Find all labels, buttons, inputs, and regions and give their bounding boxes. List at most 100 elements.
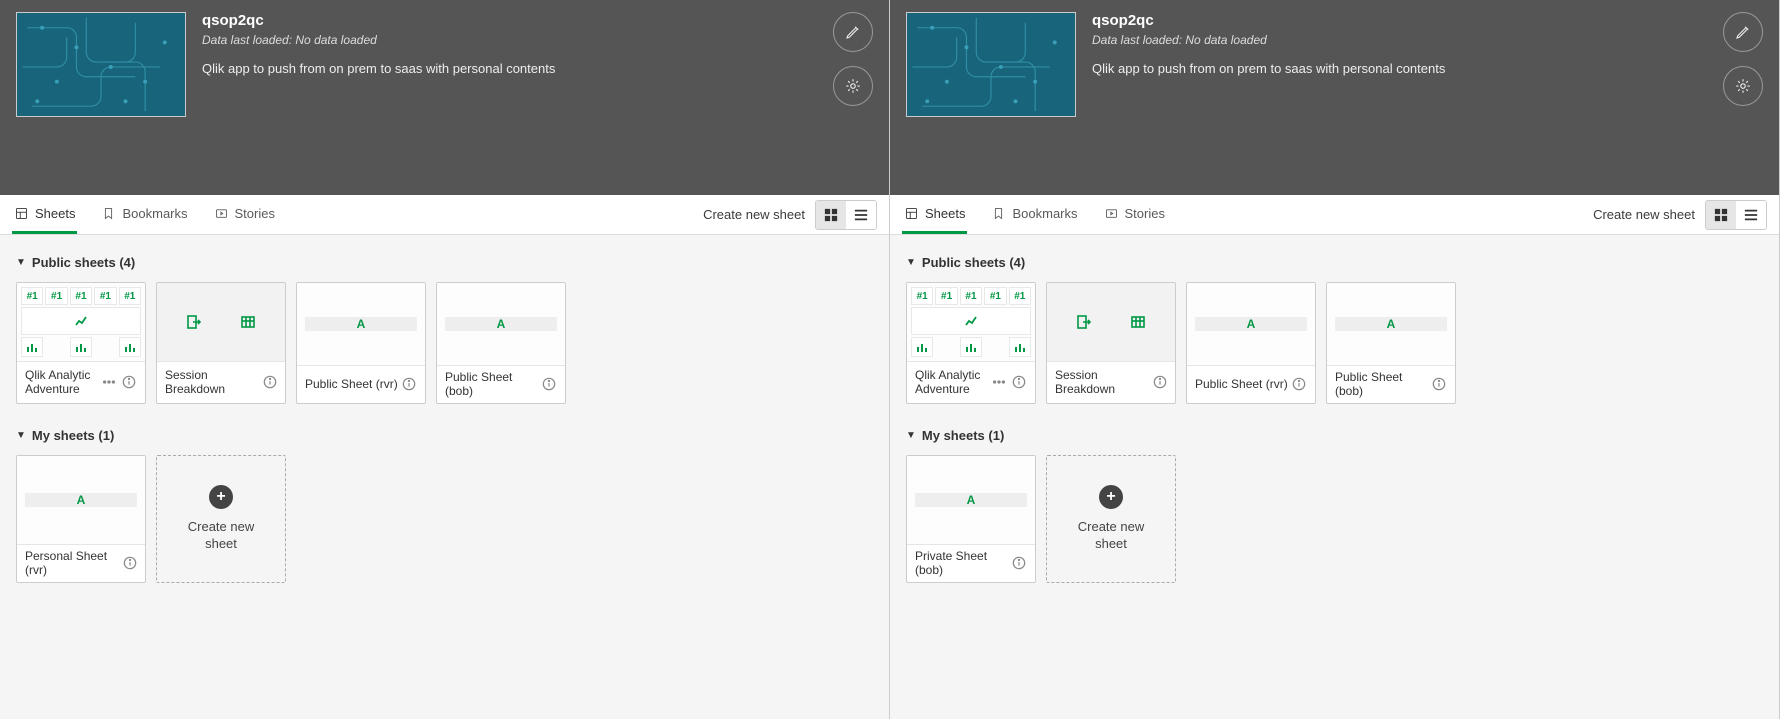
create-sheet-card-label: Create new sheet [157, 519, 285, 553]
bar-chart-icon [70, 337, 92, 357]
sheet-label: Public Sheet (rvr) [1195, 377, 1288, 391]
sheet-label: Session Breakdown [1055, 368, 1152, 397]
info-button[interactable] [1431, 376, 1447, 392]
table-icon [1131, 315, 1145, 329]
sheet-card[interactable]: A Public Sheet (rvr) [296, 282, 426, 404]
pencil-icon [1734, 23, 1752, 41]
info-button[interactable] [1011, 374, 1027, 390]
tab-stories[interactable]: Stories [1102, 196, 1167, 233]
tab-sheets-label: Sheets [35, 206, 75, 221]
more-button[interactable] [991, 374, 1007, 390]
bar-chart-icon [21, 337, 43, 357]
tab-bookmarks-label: Bookmarks [1012, 206, 1077, 221]
app-thumbnail[interactable] [16, 12, 186, 117]
app-description: Qlik app to push from on prem to saas wi… [1092, 61, 1723, 76]
tab-bookmarks-label: Bookmarks [122, 206, 187, 221]
gear-icon [1734, 77, 1752, 95]
sheet-card[interactable]: #1 #1 #1 #1 #1 Qlik Analytic Advent [906, 282, 1036, 404]
tab-sheets[interactable]: Sheets [12, 196, 77, 234]
info-button[interactable] [121, 374, 137, 390]
sheet-card[interactable]: A Public Sheet (bob) [436, 282, 566, 404]
sheet-footer: Private Sheet (bob) [907, 544, 1035, 582]
bookmark-icon [101, 206, 116, 221]
create-sheet-link[interactable]: Create new sheet [703, 207, 805, 222]
list-icon [1744, 208, 1758, 222]
info-button[interactable] [262, 374, 277, 390]
session-preview [1047, 283, 1175, 361]
bookmark-icon [991, 206, 1006, 221]
create-sheet-card-label: Create new sheet [1047, 519, 1175, 553]
sheet-card[interactable]: A Personal Sheet (rvr) [16, 455, 146, 583]
settings-button[interactable] [833, 66, 873, 106]
my-sheets-label: My sheets (1) [922, 428, 1004, 443]
sheet-footer: Qlik Analytic Adventure [907, 361, 1035, 403]
my-sheets-toggle[interactable]: ▼ My sheets (1) [906, 428, 1763, 443]
kpi-tag: #1 [960, 287, 982, 305]
create-sheet-card[interactable]: + Create new sheet [1046, 455, 1176, 583]
header-actions [1723, 12, 1763, 106]
create-sheet-link[interactable]: Create new sheet [1593, 207, 1695, 222]
sheet-preview: A [17, 456, 145, 544]
sheet-preview: #1 #1 #1 #1 #1 [17, 283, 145, 361]
sheet-preview: A [907, 456, 1035, 544]
sheet-footer: Public Sheet (rvr) [297, 365, 425, 403]
caret-down-icon: ▼ [906, 430, 916, 441]
sheet-card[interactable]: A Public Sheet (bob) [1326, 282, 1456, 404]
info-button[interactable] [401, 376, 417, 392]
app-meta: qsop2qc Data last loaded: No data loaded… [202, 12, 833, 76]
sheet-card[interactable]: Session Breakdown [156, 282, 286, 404]
sheet-card[interactable]: Session Breakdown [1046, 282, 1176, 404]
bar-chart-icon [119, 337, 141, 357]
list-view-button[interactable] [846, 201, 876, 229]
info-button[interactable] [1012, 555, 1027, 571]
caret-down-icon: ▼ [16, 430, 26, 441]
header-actions [833, 12, 873, 106]
list-view-button[interactable] [1736, 201, 1766, 229]
grid-icon [824, 208, 838, 222]
sheet-preview: A [1187, 283, 1315, 365]
tab-bookmarks[interactable]: Bookmarks [989, 196, 1079, 233]
my-sheets-toggle[interactable]: ▼ My sheets (1) [16, 428, 873, 443]
kpi-tag: #1 [94, 287, 116, 305]
plus-icon: + [209, 485, 233, 509]
tab-sheets-label: Sheets [925, 206, 965, 221]
grid-view-button[interactable] [1706, 201, 1736, 229]
a-glyph: A [915, 493, 1028, 507]
sheet-card[interactable]: A Public Sheet (rvr) [1186, 282, 1316, 404]
caret-down-icon: ▼ [16, 257, 26, 268]
tab-sheets[interactable]: Sheets [902, 196, 967, 234]
sheet-preview: A [437, 283, 565, 365]
app-thumbnail[interactable] [906, 12, 1076, 117]
app-title: qsop2qc [202, 12, 833, 29]
app-meta: qsop2qc Data last loaded: No data loaded… [1092, 12, 1723, 76]
app-loaded-status: Data last loaded: No data loaded [202, 33, 833, 47]
public-sheets-toggle[interactable]: ▼ Public sheets (4) [16, 255, 873, 270]
app-thumbnail-pattern-icon [907, 13, 1075, 116]
info-button[interactable] [1291, 376, 1307, 392]
public-sheets-toggle[interactable]: ▼ Public sheets (4) [906, 255, 1763, 270]
line-chart-icon [21, 307, 141, 335]
sheet-label: Public Sheet (rvr) [305, 377, 398, 391]
info-button[interactable] [1152, 374, 1167, 390]
sheet-footer: Public Sheet (bob) [1327, 365, 1455, 403]
sheet-card[interactable]: #1 #1 #1 #1 #1 Qlik Analytic Advent [16, 282, 146, 404]
grid-view-button[interactable] [816, 201, 846, 229]
info-button[interactable] [122, 555, 137, 571]
sheet-preview: A [1327, 283, 1455, 365]
more-button[interactable] [101, 374, 117, 390]
edit-button[interactable] [1723, 12, 1763, 52]
edit-button[interactable] [833, 12, 873, 52]
create-sheet-card[interactable]: + Create new sheet [156, 455, 286, 583]
sheet-preview: A [297, 283, 425, 365]
caret-down-icon: ▼ [906, 257, 916, 268]
tab-bookmarks[interactable]: Bookmarks [99, 196, 189, 233]
settings-button[interactable] [1723, 66, 1763, 106]
exit-icon [1077, 315, 1091, 329]
info-button[interactable] [541, 376, 557, 392]
pencil-icon [844, 23, 862, 41]
a-glyph: A [1335, 317, 1448, 331]
bar-chart-icon [960, 337, 982, 357]
sheet-card[interactable]: A Private Sheet (bob) [906, 455, 1036, 583]
tab-stories[interactable]: Stories [212, 196, 277, 233]
app-description: Qlik app to push from on prem to saas wi… [202, 61, 833, 76]
